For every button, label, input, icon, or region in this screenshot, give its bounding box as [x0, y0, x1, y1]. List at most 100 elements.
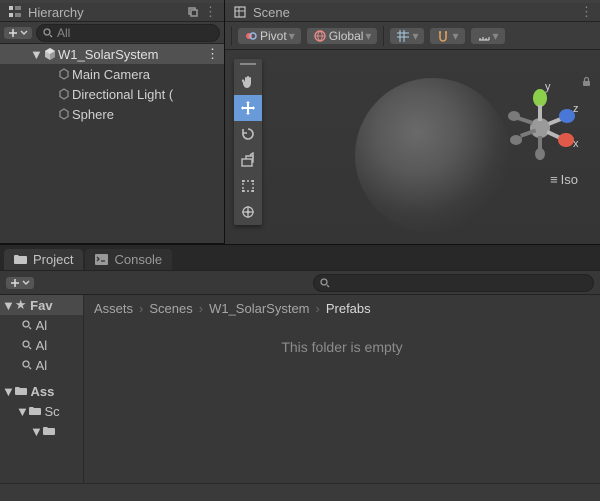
- folder-icon: [29, 406, 41, 416]
- scene-viewport[interactable]: y z x ≡ Iso: [225, 50, 600, 244]
- scene-gizmo[interactable]: y z x: [500, 80, 580, 160]
- scene-row-menu-icon[interactable]: ⋮: [206, 46, 224, 62]
- project-toolbar: [0, 271, 600, 295]
- pivot-dropdown[interactable]: Pivot ▾: [238, 28, 301, 44]
- project-folder-tree: ▼ ★ Fav Al Al Al ▼: [0, 295, 84, 483]
- scene-menu-icon[interactable]: ⋮: [580, 4, 592, 20]
- grid-dropdown[interactable]: ▾: [390, 28, 424, 44]
- hierarchy-tab-title: Hierarchy: [28, 5, 182, 20]
- project-tabs: Project Console: [0, 245, 600, 271]
- chevron-right-icon: ›: [139, 301, 143, 316]
- hand-tool[interactable]: [234, 69, 262, 95]
- axis-y-label: y: [545, 81, 551, 93]
- project-panel: Project Console: [0, 245, 600, 501]
- chevron-down-icon: ▾: [452, 29, 458, 43]
- hierarchy-item[interactable]: Main Camera: [0, 64, 224, 84]
- breadcrumb-item-current[interactable]: Prefabs: [326, 301, 371, 316]
- favorite-item-label: Al: [36, 318, 48, 333]
- transform-tool[interactable]: [234, 199, 262, 225]
- pivot-icon: [244, 29, 258, 43]
- project-files-area: Assets › Scenes › W1_SolarSystem › Prefa…: [84, 295, 600, 483]
- hierarchy-item[interactable]: Directional Light (: [0, 84, 224, 104]
- foldout-icon[interactable]: ▼: [2, 298, 15, 313]
- breadcrumb-item[interactable]: W1_SolarSystem: [209, 301, 309, 316]
- hierarchy-search[interactable]: All: [36, 24, 220, 42]
- console-tab[interactable]: Console: [85, 249, 172, 270]
- global-icon: [313, 29, 327, 43]
- hierarchy-icon: [8, 5, 22, 19]
- favorite-item-label: Al: [36, 338, 48, 353]
- folder-icon: [43, 426, 55, 436]
- move-tool[interactable]: [234, 95, 262, 121]
- hierarchy-search-placeholder: All: [57, 26, 70, 40]
- hierarchy-tree: ▼ W1_SolarSystem ⋮ Main Camera: [0, 44, 224, 243]
- foldout-icon[interactable]: ▼: [30, 47, 42, 62]
- console-tab-label: Console: [114, 252, 162, 267]
- hierarchy-popout-icon[interactable]: [188, 7, 198, 17]
- favorite-item-label: Al: [36, 358, 48, 373]
- increment-snap-dropdown[interactable]: ▾: [471, 28, 505, 44]
- gameobject-icon: [56, 108, 72, 120]
- project-create-dropdown[interactable]: [6, 277, 34, 289]
- hierarchy-item[interactable]: Sphere: [0, 104, 224, 124]
- rotate-tool[interactable]: [234, 121, 262, 147]
- snap-dropdown[interactable]: ▾: [430, 28, 464, 44]
- search-icon: [22, 340, 32, 350]
- favorite-item[interactable]: Al: [0, 315, 83, 335]
- gameobject-icon: [56, 88, 72, 100]
- favorites-root[interactable]: ▼ ★ Fav: [0, 295, 83, 315]
- hierarchy-create-dropdown[interactable]: [4, 27, 32, 39]
- breadcrumb: Assets › Scenes › W1_SolarSystem › Prefa…: [84, 295, 600, 321]
- assets-root[interactable]: ▼ Ass: [0, 381, 83, 401]
- projection-label: Iso: [561, 172, 578, 187]
- chevron-right-icon: ›: [316, 301, 320, 316]
- scene-toolbar: Pivot ▾ Global ▾ ▾ ▾: [225, 22, 600, 50]
- breadcrumb-item[interactable]: Scenes: [149, 301, 192, 316]
- foldout-icon[interactable]: ▼: [16, 404, 29, 419]
- gizmo-lock-icon[interactable]: [581, 76, 592, 87]
- hierarchy-menu-icon[interactable]: ⋮: [204, 4, 216, 20]
- hierarchy-item-label: Sphere: [72, 107, 114, 122]
- search-icon: [22, 360, 32, 370]
- pivot-label: Pivot: [260, 29, 287, 43]
- asset-folder-item[interactable]: ▼ Sc: [0, 401, 83, 421]
- favorites-label: Fav: [30, 298, 52, 313]
- search-icon: [43, 28, 53, 38]
- hierarchy-item-label: Directional Light (: [72, 87, 173, 102]
- scene-tab-icon: [233, 5, 247, 19]
- drag-handle-icon[interactable]: [234, 59, 262, 69]
- projection-toggle[interactable]: ≡ Iso: [550, 172, 578, 187]
- scene-object-sphere[interactable]: [355, 78, 510, 233]
- scene-tab[interactable]: Scene ⋮: [225, 0, 600, 22]
- hierarchy-scene-row[interactable]: ▼ W1_SolarSystem ⋮: [0, 44, 224, 64]
- hierarchy-scene-label: W1_SolarSystem: [58, 47, 158, 62]
- folder-icon: [14, 254, 27, 265]
- hierarchy-item-label: Main Camera: [72, 67, 150, 82]
- unity-scene-icon: [42, 47, 58, 61]
- foldout-icon[interactable]: ▼: [2, 384, 15, 399]
- star-icon: ★: [15, 297, 27, 313]
- breadcrumb-item[interactable]: Assets: [94, 301, 133, 316]
- gameobject-icon: [56, 68, 72, 80]
- rect-tool[interactable]: [234, 173, 262, 199]
- global-dropdown[interactable]: Global ▾: [307, 28, 378, 44]
- project-tab[interactable]: Project: [4, 249, 83, 270]
- axis-z-label: z: [573, 103, 579, 115]
- project-search[interactable]: [313, 274, 594, 292]
- empty-folder-message: This folder is empty: [84, 321, 600, 483]
- favorite-item[interactable]: Al: [0, 335, 83, 355]
- hierarchy-tab[interactable]: Hierarchy ⋮: [0, 0, 224, 22]
- asset-folder-item[interactable]: ▼: [0, 421, 83, 441]
- chevron-down-icon: ▾: [493, 29, 499, 43]
- asset-folder-label: Sc: [45, 404, 60, 419]
- global-label: Global: [329, 29, 364, 43]
- scale-tool[interactable]: [234, 147, 262, 173]
- scene-tab-title: Scene: [253, 5, 574, 20]
- projection-icon: ≡: [550, 172, 555, 187]
- axis-x-label: x: [573, 138, 579, 150]
- foldout-icon[interactable]: ▼: [30, 424, 43, 439]
- hierarchy-panel: Hierarchy ⋮ All: [0, 0, 225, 244]
- folder-icon: [15, 386, 27, 396]
- hierarchy-toolbar: All: [0, 22, 224, 44]
- favorite-item[interactable]: Al: [0, 355, 83, 375]
